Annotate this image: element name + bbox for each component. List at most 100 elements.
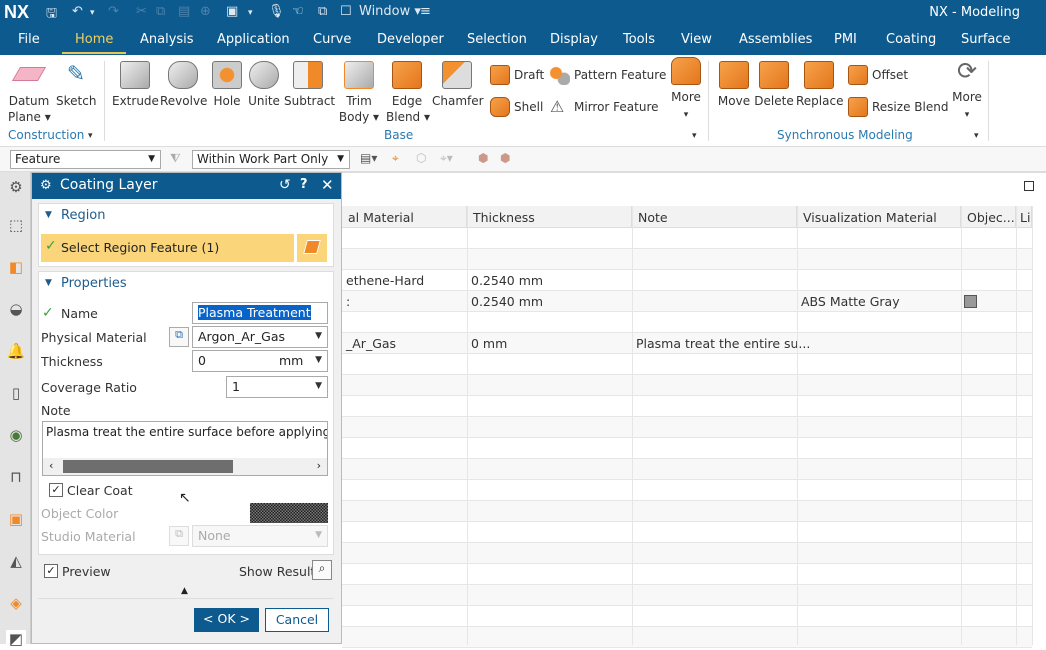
column-header-object-color[interactable]: Objec... bbox=[961, 206, 1016, 228]
table-row[interactable] bbox=[342, 522, 1032, 543]
mirror-feature-button[interactable]: ⚠ Mirror Feature bbox=[550, 97, 659, 117]
table-row[interactable] bbox=[342, 459, 1032, 480]
offset-face-button[interactable]: Offset bbox=[848, 65, 908, 85]
view-dropdown-icon[interactable]: ▾ bbox=[248, 8, 253, 18]
table-row[interactable] bbox=[342, 396, 1032, 417]
gear-icon[interactable]: ⚙ bbox=[6, 178, 26, 198]
material-library-icon[interactable]: ⧉ bbox=[169, 327, 189, 347]
table-row[interactable]: _Ar_Gas 0 mm Plasma treat the entire su... bbox=[342, 333, 1032, 354]
table-row[interactable] bbox=[342, 438, 1032, 459]
revolve-button[interactable]: Revolve bbox=[160, 61, 207, 109]
tab-view[interactable]: View bbox=[681, 32, 712, 47]
construction-group-dropdown[interactable]: ▾ bbox=[88, 131, 93, 141]
switch-window-icon[interactable]: ⧉ bbox=[318, 4, 327, 19]
window-menu[interactable]: Window ▾ bbox=[359, 4, 421, 19]
column-header-thickness[interactable]: Thickness bbox=[467, 206, 632, 228]
sync-group-dropdown[interactable]: ▾ bbox=[974, 131, 979, 141]
chevron-down-icon[interactable]: ▼ bbox=[315, 355, 322, 365]
scroll-left-icon[interactable]: ‹ bbox=[49, 459, 53, 472]
base-more-button[interactable]: More ▾ bbox=[668, 57, 704, 123]
column-header-visualization-material[interactable]: Visualization Material bbox=[797, 206, 961, 228]
extrude-button[interactable]: Extrude bbox=[112, 61, 159, 109]
unite-button[interactable]: Unite bbox=[246, 61, 282, 109]
close-icon[interactable]: ✕ bbox=[321, 176, 334, 194]
column-header-note[interactable]: Note bbox=[632, 206, 797, 228]
type-filter-select[interactable]: Feature ▼ bbox=[10, 150, 161, 169]
thickness-unit[interactable]: mm bbox=[279, 353, 303, 368]
base-group-dropdown[interactable]: ▾ bbox=[692, 131, 697, 141]
table-row[interactable] bbox=[342, 564, 1032, 585]
window-icon[interactable]: ☐ bbox=[340, 4, 352, 19]
undo-icon[interactable]: ↶ bbox=[72, 4, 83, 19]
region-select-button[interactable] bbox=[297, 234, 327, 262]
tab-selection[interactable]: Selection bbox=[467, 32, 527, 47]
name-input[interactable]: Plasma Treatment bbox=[192, 302, 328, 324]
tab-file[interactable]: File bbox=[18, 32, 40, 47]
collapse-icon[interactable]: ▼ bbox=[45, 210, 52, 220]
clear-coat-checkbox[interactable]: ✓ bbox=[49, 483, 63, 497]
column-header-line[interactable]: Li bbox=[1016, 206, 1032, 228]
preview-checkbox[interactable]: ✓ bbox=[44, 564, 58, 578]
reuse-library-icon[interactable]: ◒ bbox=[6, 300, 26, 320]
bell-icon[interactable]: 🔔 bbox=[6, 342, 26, 362]
resize-blend-button[interactable]: Resize Blend bbox=[848, 97, 948, 117]
tab-curve[interactable]: Curve bbox=[313, 32, 351, 47]
layers-icon[interactable]: ▣ bbox=[6, 510, 26, 530]
microphone-icon[interactable]: 🎙 bbox=[268, 4, 285, 19]
table-row[interactable]: : 0.2540 mm ABS Matte Gray bbox=[342, 291, 1032, 312]
hole-button[interactable]: Hole bbox=[210, 61, 244, 109]
type-filter-list-icon[interactable]: ▤▾ bbox=[360, 151, 377, 165]
coverage-ratio-select[interactable]: 1 ▼ bbox=[226, 376, 328, 398]
table-row[interactable] bbox=[342, 480, 1032, 501]
touch-mode-icon[interactable]: ☜ bbox=[292, 4, 304, 19]
body-select-icon[interactable]: ⬢ bbox=[478, 151, 488, 165]
tab-tools[interactable]: Tools bbox=[623, 32, 655, 47]
move-face-button[interactable]: Move bbox=[716, 61, 752, 109]
eye-icon[interactable]: ◉ bbox=[6, 426, 26, 446]
tab-analysis[interactable]: Analysis bbox=[140, 32, 194, 47]
note-textarea[interactable]: Plasma treat the entire surface before a… bbox=[42, 421, 328, 476]
table-row[interactable] bbox=[342, 375, 1032, 396]
chamfer-button[interactable]: Chamfer bbox=[432, 61, 484, 109]
thickness-input[interactable]: 0 mm ▼ bbox=[192, 350, 328, 372]
draft-button[interactable]: Draft bbox=[490, 65, 544, 85]
tab-application[interactable]: Application bbox=[217, 32, 290, 47]
sketch-button[interactable]: ✎ Sketch bbox=[56, 61, 96, 109]
table-row[interactable]: ethene-Hard 0.2540 mm bbox=[342, 270, 1032, 291]
scroll-right-icon[interactable]: › bbox=[317, 459, 321, 472]
coating-navigator-icon[interactable]: ◩ bbox=[6, 630, 26, 650]
tab-coating[interactable]: Coating bbox=[886, 32, 936, 47]
tab-display[interactable]: Display bbox=[550, 32, 598, 47]
show-result-button[interactable]: ⌕ bbox=[312, 560, 332, 580]
tab-assemblies[interactable]: Assemblies bbox=[739, 32, 812, 47]
maximize-icon[interactable] bbox=[1024, 181, 1034, 191]
table-row[interactable] bbox=[342, 606, 1032, 627]
delete-face-button[interactable]: Delete bbox=[754, 61, 794, 109]
book-icon[interactable]: ▯ bbox=[6, 384, 26, 404]
inspection-icon[interactable]: ◈ bbox=[6, 594, 26, 614]
drafting-icon[interactable]: ⊓ bbox=[6, 468, 26, 488]
table-row[interactable] bbox=[342, 417, 1032, 438]
table-row[interactable] bbox=[342, 585, 1032, 606]
collapse-icon[interactable]: ▼ bbox=[45, 278, 52, 288]
edge-blend-button[interactable]: Edge Blend ▾ bbox=[386, 61, 430, 125]
trim-body-button[interactable]: Trim Body ▾ bbox=[338, 61, 380, 125]
table-row[interactable] bbox=[342, 501, 1032, 522]
tab-surface[interactable]: Surface bbox=[961, 32, 1011, 47]
table-row[interactable] bbox=[342, 249, 1032, 270]
selection-scope-select[interactable]: Within Work Part Only ▼ bbox=[192, 150, 350, 169]
datum-plane-button[interactable]: Datum Plane ▾ bbox=[8, 61, 51, 125]
tab-developer[interactable]: Developer bbox=[377, 32, 444, 47]
replace-face-button[interactable]: Replace bbox=[796, 61, 843, 109]
assembly-navigator-icon[interactable]: ⬚ bbox=[6, 216, 26, 236]
subtract-button[interactable]: Subtract bbox=[284, 61, 335, 109]
pattern-feature-button[interactable]: Pattern Feature bbox=[550, 65, 666, 85]
shell-button[interactable]: Shell bbox=[490, 97, 543, 117]
sync-more-button[interactable]: ⟳ More ▾ bbox=[950, 57, 984, 123]
scrollbar-thumb[interactable] bbox=[63, 460, 233, 473]
measurement-icon[interactable]: ◭ bbox=[6, 552, 26, 572]
physical-material-select[interactable]: Argon_Ar_Gas ▼ bbox=[192, 326, 328, 348]
cancel-button[interactable]: Cancel bbox=[265, 608, 329, 632]
table-row[interactable] bbox=[342, 354, 1032, 375]
select-region-feature[interactable]: ✓ Select Region Feature (1) bbox=[41, 234, 294, 262]
